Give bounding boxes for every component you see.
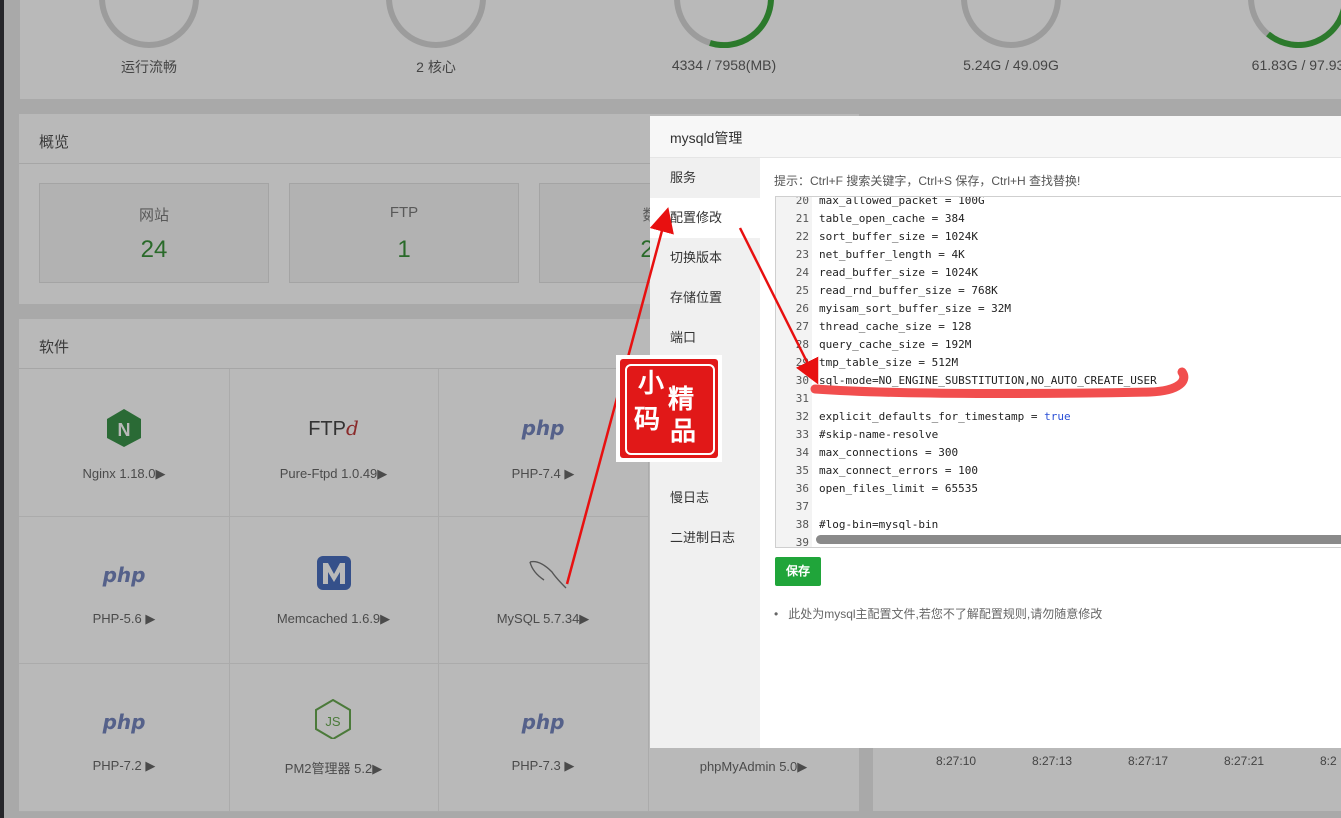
stamp-char: 小 [638,369,665,399]
stamp-char: 精 [668,385,695,415]
stamp-char: 码 [634,405,661,435]
arrow-to-sql-mode [738,227,819,385]
watermark-stamp: 小 精 码 品 [616,355,722,462]
stamp-char: 品 [670,417,697,447]
highlight-underline [810,367,1189,399]
stamp-seal: 小 精 码 品 [620,359,718,458]
